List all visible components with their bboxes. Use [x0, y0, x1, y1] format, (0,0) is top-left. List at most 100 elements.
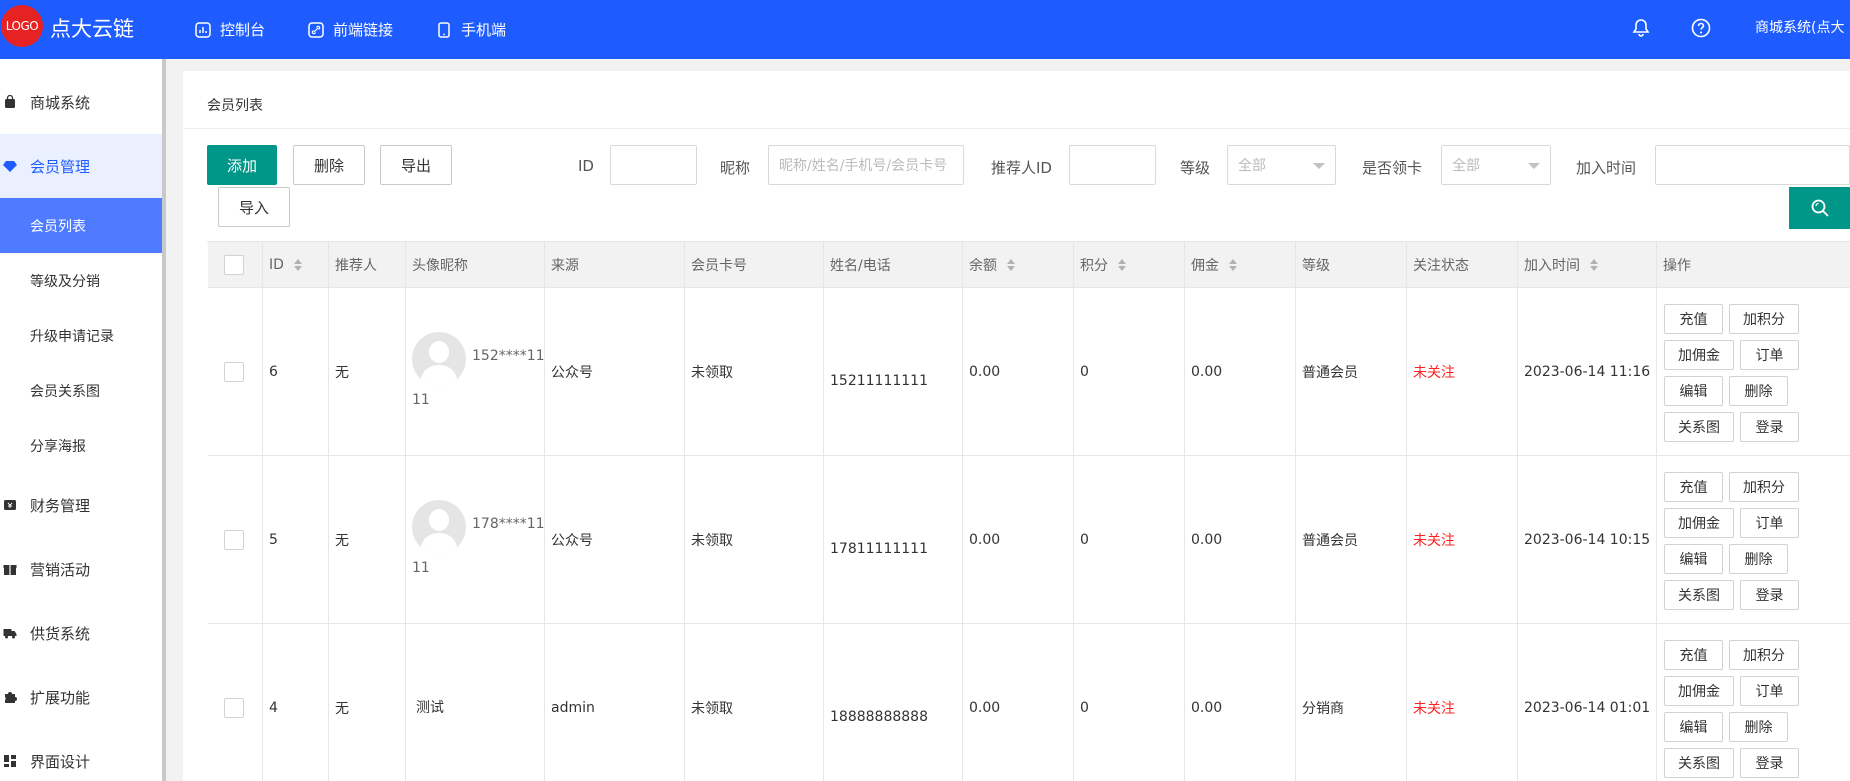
nav-dashboard[interactable]: 控制台	[195, 19, 265, 40]
add-commission-button[interactable]: 加佣金	[1664, 340, 1734, 370]
sidebar-item-label: 营销活动	[30, 560, 91, 579]
filter-referrer-input[interactable]	[1069, 145, 1156, 185]
dashboard-icon	[195, 21, 211, 38]
login-button[interactable]: 登录	[1740, 580, 1799, 610]
filter-join-time-input[interactable]	[1655, 145, 1850, 185]
user-menu[interactable]: 商城系统(点大	[1755, 17, 1844, 37]
table-header: ID 推荐人 头像昵称 来源 会员卡号 姓名/电话 余额 积分 佣金 等级 关注…	[208, 242, 1850, 288]
sidebar-item-extensions[interactable]: 扩展功能	[0, 665, 162, 729]
nickname: 152****11	[472, 347, 545, 364]
col-balance[interactable]: 余额	[963, 242, 1074, 287]
sidebar-sub-share-poster[interactable]: 分享海报	[0, 418, 162, 473]
nav-mobile[interactable]: 手机端	[436, 19, 506, 40]
finance-icon	[3, 498, 17, 512]
filter-level-label: 等级	[1180, 159, 1211, 177]
cell-phone: 17811111111	[824, 456, 963, 623]
orders-button[interactable]: 订单	[1740, 676, 1799, 706]
sidebar-sub-levels[interactable]: 等级及分销	[0, 253, 162, 308]
row-checkbox[interactable]	[224, 529, 244, 550]
filter-card-value: 全部	[1452, 158, 1480, 174]
col-referrer: 推荐人	[329, 242, 406, 287]
brand-name[interactable]: 点大云链	[50, 13, 134, 43]
filter-level-select[interactable]: 全部	[1227, 145, 1336, 185]
import-button[interactable]: 导入	[218, 187, 290, 227]
sidebar-item-ui-design[interactable]: 界面设计	[0, 729, 162, 781]
logo[interactable]: LOGO	[1, 5, 43, 47]
relation-button[interactable]: 关系图	[1664, 580, 1734, 610]
add-commission-button[interactable]: 加佣金	[1664, 508, 1734, 538]
row-checkbox[interactable]	[224, 361, 244, 382]
sidebar-item-marketing[interactable]: 营销活动	[0, 537, 162, 601]
col-label: 佣金	[1191, 257, 1219, 274]
cell-referrer: 无	[329, 624, 406, 781]
sidebar-sub-member-list[interactable]: 会员列表	[0, 198, 162, 253]
export-button[interactable]: 导出	[380, 145, 452, 185]
cell-balance: 0.00	[963, 624, 1074, 781]
help-icon[interactable]	[1690, 17, 1712, 39]
cell-commission: 0.00	[1185, 456, 1296, 623]
sidebar-item-mall[interactable]: 商城系统	[0, 70, 162, 134]
recharge-button[interactable]: 充值	[1664, 640, 1723, 670]
filter-id-input[interactable]	[610, 145, 697, 185]
sort-icon[interactable]	[1007, 258, 1015, 271]
sidebar-item-label: 商城系统	[30, 93, 91, 112]
row-delete-button[interactable]: 删除	[1729, 544, 1788, 574]
edit-button[interactable]: 编辑	[1664, 712, 1723, 742]
col-actions: 操作	[1657, 242, 1850, 287]
sort-icon[interactable]	[1118, 258, 1126, 271]
bell-icon[interactable]	[1630, 17, 1652, 39]
nav-mobile-label: 手机端	[461, 21, 507, 39]
sidebar-sub-upgrade-records[interactable]: 升级申请记录	[0, 308, 162, 363]
filter-nickname-label: 昵称	[720, 159, 751, 177]
nav-frontend-links[interactable]: 前端链接	[308, 19, 393, 40]
relation-button[interactable]: 关系图	[1664, 748, 1734, 778]
orders-button[interactable]: 订单	[1740, 340, 1799, 370]
add-points-button[interactable]: 加积分	[1729, 304, 1799, 334]
col-commission[interactable]: 佣金	[1185, 242, 1296, 287]
sidebar-item-label: 界面设计	[30, 752, 91, 771]
recharge-button[interactable]: 充值	[1664, 472, 1723, 502]
delete-button[interactable]: 删除	[293, 145, 365, 185]
row-actions: 充值 加积分 加佣金 订单 编辑 删除 关系图 登录	[1664, 640, 1824, 780]
search-button[interactable]	[1789, 187, 1850, 229]
sidebar-sub-relation-chart[interactable]: 会员关系图	[0, 363, 162, 418]
cell-follow-status: 未关注	[1407, 624, 1518, 781]
cell-level: 分销商	[1296, 624, 1407, 781]
login-button[interactable]: 登录	[1740, 412, 1799, 442]
add-button[interactable]: 添加	[207, 145, 277, 185]
sidebar-item-supply[interactable]: 供货系统	[0, 601, 162, 665]
row-checkbox[interactable]	[224, 697, 244, 718]
cell-id: 6	[263, 288, 329, 455]
sidebar-item-label: 财务管理	[30, 496, 91, 515]
relation-button[interactable]: 关系图	[1664, 412, 1734, 442]
add-commission-button[interactable]: 加佣金	[1664, 676, 1734, 706]
edit-button[interactable]: 编辑	[1664, 544, 1723, 574]
sort-icon[interactable]	[293, 258, 302, 271]
row-delete-button[interactable]: 删除	[1729, 376, 1788, 406]
edit-button[interactable]: 编辑	[1664, 376, 1723, 406]
cell-join-time: 2023-06-14 11:16	[1518, 288, 1657, 455]
cell-referrer: 无	[329, 456, 406, 623]
filter-card-select[interactable]: 全部	[1441, 145, 1551, 185]
col-join-time[interactable]: 加入时间	[1518, 242, 1657, 287]
login-button[interactable]: 登录	[1740, 748, 1799, 778]
sidebar-item-members[interactable]: 会员管理	[0, 134, 162, 198]
truck-icon	[3, 626, 17, 640]
sort-icon[interactable]	[1590, 258, 1598, 271]
row-delete-button[interactable]: 删除	[1729, 712, 1788, 742]
select-all-checkbox[interactable]	[224, 254, 244, 275]
add-points-button[interactable]: 加积分	[1729, 640, 1799, 670]
cell-balance: 0.00	[963, 288, 1074, 455]
sidebar-item-finance[interactable]: 财务管理	[0, 473, 162, 537]
add-points-button[interactable]: 加积分	[1729, 472, 1799, 502]
filter-nickname-input[interactable]: 昵称/姓名/手机号/会员卡号	[768, 145, 964, 185]
orders-button[interactable]: 订单	[1740, 508, 1799, 538]
col-id[interactable]: ID	[263, 242, 329, 287]
sort-icon[interactable]	[1229, 258, 1237, 271]
nav-dashboard-label: 控制台	[220, 21, 266, 39]
nickname: 测试	[416, 699, 444, 716]
cell-referrer: 无	[329, 288, 406, 455]
search-icon	[1811, 199, 1829, 217]
col-points[interactable]: 积分	[1074, 242, 1185, 287]
recharge-button[interactable]: 充值	[1664, 304, 1723, 334]
